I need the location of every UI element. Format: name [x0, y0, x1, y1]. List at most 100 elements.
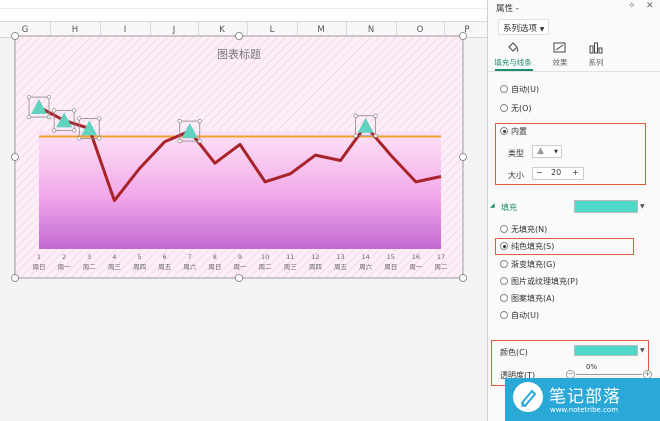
pen-logo-icon — [513, 382, 543, 412]
radio-icon — [500, 260, 508, 268]
radio-icon — [500, 311, 508, 319]
fill-auto-label: 自动(U) — [511, 311, 540, 320]
x-tick-label: 周四 — [133, 263, 146, 271]
resize-handle[interactable] — [11, 153, 19, 161]
fill-pattern-option[interactable]: 图案填充(A) — [500, 293, 555, 307]
fill-solid-label: 纯色填充(S) — [511, 242, 555, 251]
marker-size-value[interactable]: 20 — [551, 168, 561, 177]
marker-size-stepper[interactable]: − 20 + — [532, 167, 584, 180]
marker-type-dropdown[interactable]: ▲ ▼ — [532, 145, 562, 158]
tab-series-label: 系列 — [588, 58, 604, 67]
radio-checked-icon — [500, 127, 508, 135]
chart[interactable]: 图表标题 1周日2周一3周二4周三5周四6周五7周六8周日9周一10周二11周三… — [0, 0, 487, 421]
fill-section-header[interactable]: 填充 — [501, 202, 517, 213]
decrement-button[interactable]: − — [536, 168, 543, 177]
resize-handle[interactable] — [11, 274, 19, 282]
tab-fill-line[interactable]: 填充与线条 — [493, 40, 533, 72]
increment-button[interactable]: + — [572, 168, 579, 177]
x-tick-label: 15 — [387, 253, 395, 261]
tab-effects[interactable]: 效果 — [540, 40, 580, 72]
radio-icon — [500, 225, 508, 233]
x-tick-label: 周三 — [284, 263, 298, 271]
chevron-down-icon: ▼ — [539, 26, 545, 33]
x-tick-label: 周二 — [259, 263, 273, 271]
tab-series[interactable]: 系列 — [576, 40, 616, 72]
fill-none-option[interactable]: 无填充(N) — [500, 224, 547, 238]
x-tick-label: 2 — [62, 253, 66, 261]
fill-bucket-icon — [508, 42, 519, 52]
marker-size-label: 大小 — [508, 171, 524, 180]
marker-none-label: 无(O) — [511, 104, 532, 113]
color-label: 颜色(C) — [500, 348, 528, 357]
plot-area-fill — [39, 131, 441, 249]
x-tick-label: 周日 — [208, 263, 221, 271]
fill-none-label: 无填充(N) — [511, 225, 548, 234]
marker-auto-option[interactable]: 自动(U) — [500, 84, 539, 98]
triangle-marker-icon: ▲ — [537, 146, 544, 156]
fill-auto-option[interactable]: 自动(U) — [500, 310, 539, 324]
watermark-url: www.notetribe.com — [550, 406, 619, 414]
transparency-value: 0% — [586, 363, 598, 371]
watermark-logo: 笔记部落 www.notetribe.com — [505, 378, 660, 421]
marker-builtin-option[interactable]: 内置 — [500, 126, 527, 140]
x-tick-label: 周四 — [309, 263, 322, 271]
panel-title: 属性 - — [496, 4, 519, 14]
series-options-label: 系列选项 — [503, 24, 538, 34]
fill-picture-option[interactable]: 图片或纹理填充(P) — [500, 276, 578, 290]
chart-title[interactable]: 图表标题 — [217, 47, 261, 61]
x-tick-label: 周五 — [334, 263, 348, 271]
marker-builtin-label: 内置 — [511, 127, 527, 136]
x-tick-label: 14 — [361, 253, 369, 261]
x-tick-label: 1 — [37, 253, 41, 261]
x-tick-label: 3 — [87, 253, 91, 261]
fill-color-swatch[interactable] — [574, 200, 638, 213]
resize-handle[interactable] — [235, 274, 243, 282]
x-tick-label: 周一 — [234, 263, 248, 271]
x-tick-label: 10 — [261, 253, 269, 261]
resize-handle[interactable] — [459, 274, 467, 282]
marker-type-label: 类型 — [508, 149, 524, 158]
radio-icon — [500, 277, 508, 285]
properties-panel: 属性 - ✧ ✕ 系列选项 ▼ 填充与线条 效果 系列 自动(U) 无(O) 内… — [487, 0, 660, 421]
x-tick-label: 周六 — [183, 262, 197, 271]
chevron-down-icon[interactable]: ▼ — [640, 203, 645, 210]
fill-solid-option[interactable]: 纯色填充(S) — [500, 241, 554, 255]
active-tab-indicator — [495, 69, 533, 71]
resize-handle[interactable] — [459, 153, 467, 161]
fill-gradient-option[interactable]: 渐变填充(G) — [500, 259, 555, 273]
section-collapse-icon[interactable]: ◢ — [490, 202, 495, 209]
pin-icon[interactable]: ✧ — [628, 1, 636, 11]
x-tick-label: 4 — [112, 253, 116, 261]
radio-checked-icon — [500, 242, 508, 250]
close-icon[interactable]: ✕ — [646, 1, 654, 11]
x-tick-label: 16 — [412, 253, 420, 261]
x-tick-label: 周三 — [108, 263, 122, 271]
transparency-slider[interactable] — [576, 374, 642, 375]
x-tick-label: 周一 — [409, 263, 423, 271]
x-tick-label: 周二 — [83, 263, 97, 271]
x-tick-label: 周六 — [359, 262, 373, 271]
fill-gradient-label: 渐变填充(G) — [511, 260, 556, 269]
fill-pattern-label: 图案填充(A) — [511, 294, 555, 303]
resize-handle[interactable] — [459, 32, 467, 40]
x-tick-label: 9 — [238, 253, 242, 261]
series-options-dropdown[interactable]: 系列选项 ▼ — [498, 19, 550, 35]
color-swatch[interactable] — [574, 345, 638, 356]
panel-tabs: 填充与线条 效果 系列 — [488, 40, 660, 72]
resize-handle[interactable] — [235, 32, 243, 40]
chevron-down-icon[interactable]: ▼ — [640, 347, 645, 354]
effects-icon — [553, 42, 566, 53]
marker-none-option[interactable]: 无(O) — [500, 103, 532, 117]
x-tick-label: 周二 — [435, 263, 449, 271]
bar-chart-icon — [589, 42, 603, 54]
x-tick-label: 周日 — [384, 263, 397, 271]
resize-handle[interactable] — [11, 32, 19, 40]
tab-effects-label: 效果 — [552, 58, 568, 67]
radio-icon — [500, 294, 508, 302]
spreadsheet-area: GHIJKLMNOP 图表标题 1 周日 2 周一 3 周二 4 周三 5 周四 6 周五 7 周六 8 周日… — [0, 0, 487, 421]
x-tick-label: 5 — [137, 253, 141, 261]
x-tick-label: 11 — [286, 253, 294, 261]
x-tick-label: 13 — [336, 253, 344, 261]
chevron-down-icon: ▼ — [554, 149, 558, 155]
marker-auto-label: 自动(U) — [511, 85, 540, 94]
